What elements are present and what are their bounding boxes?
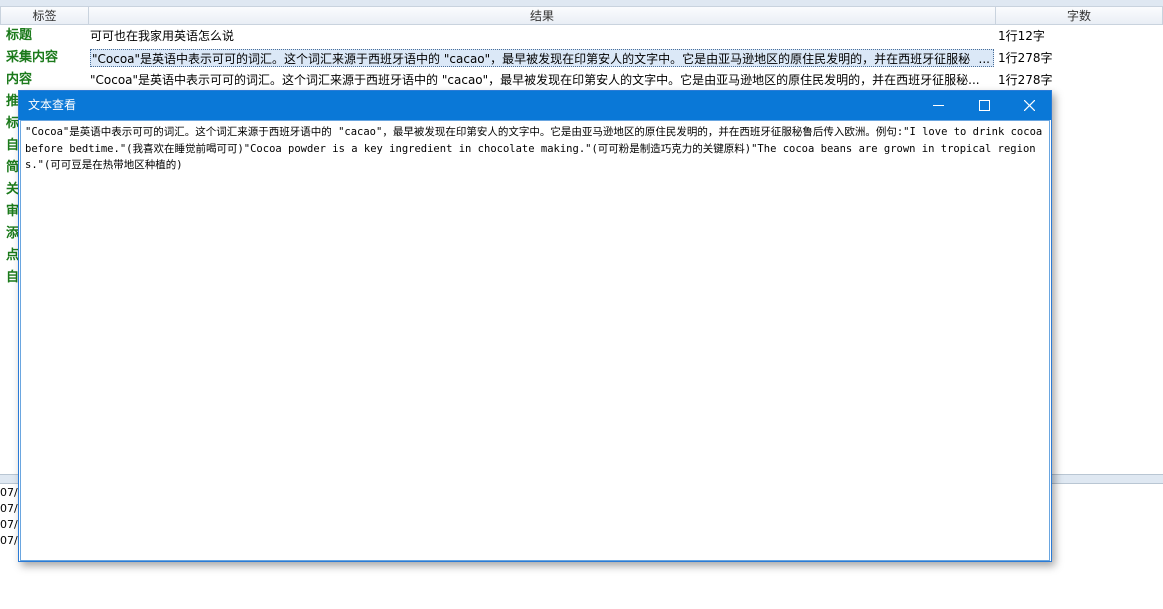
maximize-icon: [978, 100, 990, 111]
row-count: 1行278字: [998, 51, 1053, 65]
table-row-selected[interactable]: 采集内容 "Cocoa"是英语中表示可可的词汇。这个词汇来源于西班牙语中的 "c…: [0, 47, 1163, 69]
column-header-count[interactable]: 字数: [995, 6, 1163, 25]
row-result[interactable]: 可可也在我家用英语怎么说: [90, 25, 994, 47]
column-header-result[interactable]: 结果: [88, 6, 996, 25]
dialog-titlebar[interactable]: 文本查看: [19, 91, 1051, 120]
maximize-button[interactable]: [961, 91, 1007, 120]
log-line: 07/: [0, 518, 18, 531]
row-count: 1行278字: [998, 73, 1053, 87]
table-row[interactable]: 标题 可可也在我家用英语怎么说 1行12字: [0, 25, 1163, 47]
row-result[interactable]: "Cocoa"是英语中表示可可的词汇。这个词汇来源于西班牙语中的 "cacao"…: [90, 69, 994, 91]
minimize-button[interactable]: [915, 91, 961, 120]
row-result: "Cocoa"是英语中表示可可的词汇。这个词汇来源于西班牙语中的 "cacao"…: [92, 52, 971, 66]
row-label: 内容: [6, 72, 33, 87]
table-row[interactable]: 内容 "Cocoa"是英语中表示可可的词汇。这个词汇来源于西班牙语中的 "cac…: [0, 69, 1163, 91]
dialog-text-area[interactable]: "Cocoa"是英语中表示可可的词汇。这个词汇来源于西班牙语中的 "cacao"…: [20, 120, 1050, 561]
dialog-title: 文本查看: [28, 98, 77, 112]
log-line: 07/: [0, 534, 18, 547]
cell-ellipsis-button[interactable]: ...: [975, 50, 993, 66]
column-header-label[interactable]: 标签: [0, 6, 89, 25]
text-viewer-dialog: 文本查看 "Cocoa"是英语中表示可可的词汇。这个词汇来源于西班牙语中的 "c…: [18, 90, 1052, 562]
minimize-icon: [932, 105, 944, 106]
row-result-selected-cell[interactable]: "Cocoa"是英语中表示可可的词汇。这个词汇来源于西班牙语中的 "cacao"…: [90, 49, 994, 67]
log-line: 07/: [0, 502, 18, 515]
row-label: 标题: [6, 28, 33, 43]
row-count: 1行12字: [998, 29, 1045, 43]
log-line: 07/: [0, 486, 18, 499]
close-button[interactable]: [1006, 91, 1052, 120]
close-icon: [1023, 100, 1035, 111]
row-label: 采集内容: [6, 50, 59, 65]
